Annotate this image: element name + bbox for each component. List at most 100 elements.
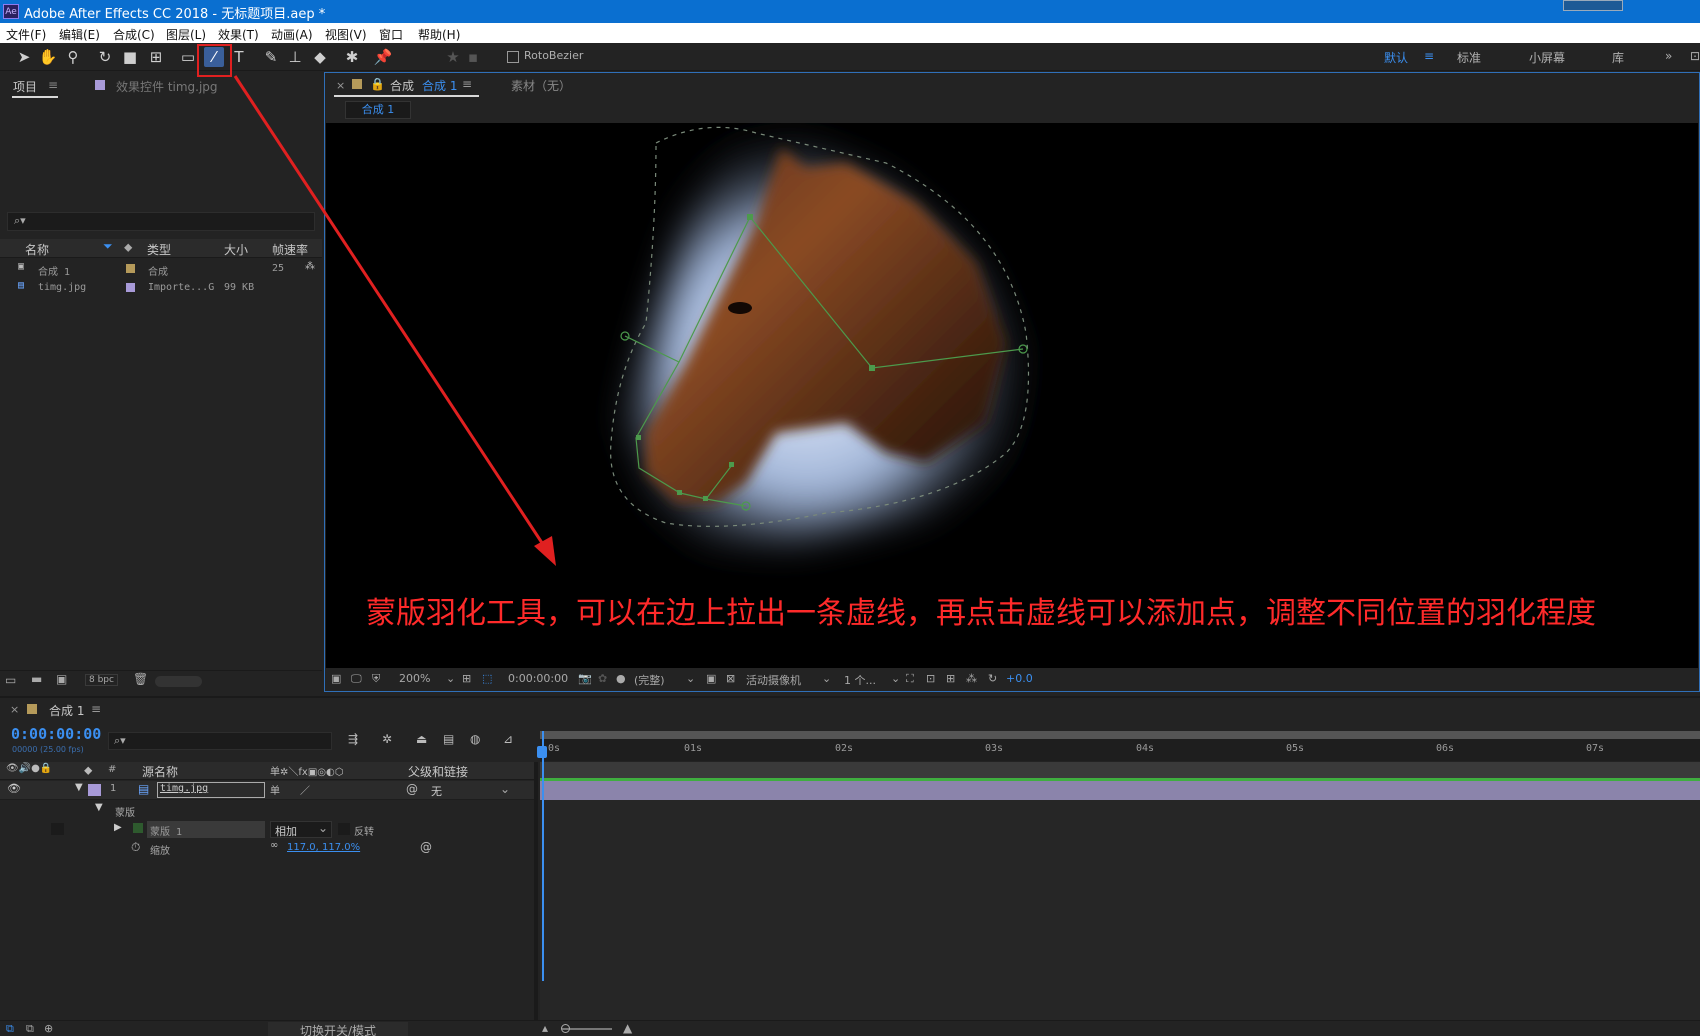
toggle-switches-modes[interactable]: 切换开关/模式 [268, 1022, 408, 1036]
type-tool-icon[interactable]: T [229, 47, 249, 67]
workspace-small-screen[interactable]: 小屏幕 [1529, 49, 1565, 66]
camera-tool-icon[interactable]: ■ [120, 47, 140, 67]
col-parent[interactable]: 父级和链接 [408, 763, 468, 780]
label-swatch[interactable] [126, 264, 135, 273]
zoom-in-icon[interactable]: ▲ [623, 1021, 632, 1035]
panel-menu-icon[interactable]: ≡ [462, 77, 472, 91]
graph-editor-icon[interactable]: ⊿ [503, 732, 513, 746]
twirl-closed-icon[interactable]: ▶ [114, 822, 122, 833]
fit-icon[interactable]: ⊞ [462, 672, 471, 685]
mask-visibility-box[interactable] [51, 823, 64, 835]
new-folder-icon[interactable]: ▬ [31, 672, 42, 686]
track-area[interactable] [540, 800, 1700, 1036]
composition-viewer[interactable] [326, 123, 1698, 668]
always-preview-icon[interactable]: ▣ [331, 672, 341, 685]
resolution-chevron-icon[interactable]: ⌄ [686, 672, 695, 685]
menu-window[interactable]: 窗口 [379, 26, 403, 43]
twirl-open-icon[interactable]: ▼ [95, 802, 103, 813]
zoom-chevron-icon[interactable]: ⌄ [446, 672, 455, 685]
project-item-comp[interactable]: ▣ 合成 1 合成 25 ⁂ [0, 260, 322, 278]
layer-duration-bar[interactable] [540, 781, 1700, 800]
search-help-icon[interactable]: ⊡ [1690, 49, 1700, 63]
toggle-pixel-aspect-icon[interactable]: ⛶ [906, 672, 914, 686]
zoom-tool-icon[interactable]: ⚲ [63, 47, 83, 67]
frame-blending-icon[interactable]: ▤ [443, 732, 454, 746]
tab-composition-label[interactable]: 合成 [390, 77, 414, 94]
constrain-link-icon[interactable]: ∞ [270, 840, 278, 851]
viewer-timecode[interactable]: 0:00:00:00 [508, 672, 568, 685]
scale-row[interactable]: ⏱ 缩放 ∞ 117.0, 117.0% @ [0, 839, 536, 858]
tab-composition-name[interactable]: 合成 1 [422, 77, 457, 94]
panel-menu-icon[interactable]: ≡ [48, 78, 58, 92]
rotate-tool-icon[interactable]: ↻ [95, 47, 115, 67]
switches-icons[interactable]: 单✲＼fx▣◎◐⬡ [270, 763, 343, 778]
pan-behind-tool-icon[interactable]: ⊞ [146, 47, 166, 67]
quality-switch-icon[interactable]: ／ [300, 782, 310, 797]
layer-label-swatch[interactable] [88, 784, 101, 796]
views-select[interactable]: 1 个... [844, 672, 876, 688]
flowchart-icon[interactable]: ⁂ [305, 261, 315, 272]
menu-edit[interactable]: 编辑(E) [59, 26, 100, 43]
mask-visibility-icon[interactable]: ⛨ [372, 672, 380, 686]
menu-effect[interactable]: 效果(T) [218, 26, 259, 43]
timeline-timecode[interactable]: 0:00:00:00 [11, 725, 101, 743]
brush-tool-icon[interactable]: ✎ [261, 47, 281, 67]
label-swatch[interactable] [126, 283, 135, 292]
pickwhip-icon[interactable]: @ [420, 840, 432, 854]
zoom-out-icon[interactable]: ▴ [542, 1021, 548, 1035]
twirl-open-icon[interactable]: ▼ [75, 782, 83, 793]
workspace-standard[interactable]: 标准 [1457, 49, 1481, 66]
transfer-controls-icon[interactable]: ⧉ [26, 1022, 34, 1036]
shy-switch-icon[interactable]: 单 [270, 782, 280, 797]
parent-chevron-icon[interactable]: ⌄ [500, 782, 510, 796]
draft-3d-icon[interactable]: ✲ [382, 732, 392, 746]
menu-view[interactable]: 视图(V) [325, 26, 367, 43]
hand-tool-icon[interactable]: ✋ [38, 47, 58, 67]
trash-icon[interactable]: 🗑 [133, 672, 148, 686]
av-features-icons[interactable]: 👁🔊●🔒 [6, 763, 52, 774]
timeline-icon[interactable]: ⊞ [946, 672, 955, 685]
interpret-footage-icon[interactable]: ▭ [5, 673, 16, 687]
thumbnail-slider[interactable] [155, 676, 202, 687]
mask-row[interactable]: ▶ 蒙版 1 相加 ⌄ 反转 [0, 820, 536, 839]
playhead-handle[interactable] [537, 746, 547, 758]
time-ruler[interactable]: 0s 01s 02s 03s 04s 05s 06s 07s [540, 731, 1700, 761]
camera-select[interactable]: 活动摄像机 [746, 672, 801, 688]
timeline-search-input[interactable]: ⌕▾ [108, 732, 332, 750]
tab-timeline-comp[interactable]: 合成 1 [49, 702, 84, 719]
show-snapshot-icon[interactable]: ✿ [598, 672, 607, 685]
layer-row[interactable]: 👁 ▼ 1 ▤ timg.jpg 单 ／ @ 无 ⌄ [0, 781, 536, 800]
workspace-default[interactable]: 默认 [1384, 49, 1408, 66]
timeline-divider[interactable] [534, 762, 538, 1036]
in-out-icon[interactable]: ⊕ [44, 1022, 53, 1035]
shy-layers-icon[interactable]: ⏏ [416, 732, 427, 746]
region-of-interest-icon[interactable]: ⬚ [482, 672, 492, 685]
label-tag-icon[interactable]: ⬥ [84, 763, 92, 778]
motion-blur-icon[interactable]: ◍ [470, 732, 480, 746]
clone-stamp-tool-icon[interactable]: ⊥ [285, 47, 305, 67]
masks-group-row[interactable]: ▼ 蒙版 [0, 801, 536, 820]
layer-switches-icon[interactable]: ⧉ [6, 1022, 14, 1036]
fast-preview-icon[interactable]: ▣ [706, 672, 716, 685]
reset-exposure-icon[interactable]: ↻ [988, 672, 997, 685]
work-area-bar[interactable] [540, 731, 1700, 739]
rotobezier-checkbox[interactable] [507, 51, 519, 63]
project-search-input[interactable]: ⌕▾ [7, 212, 315, 231]
flowchart-icon[interactable]: ⁂ [966, 672, 977, 685]
pickwhip-icon[interactable]: @ [406, 782, 418, 796]
menu-help[interactable]: 帮助(H) [418, 26, 460, 43]
new-comp-icon[interactable]: ▣ [56, 672, 67, 686]
close-icon[interactable]: × [10, 703, 19, 716]
mode-chevron-icon[interactable]: ⌄ [318, 821, 328, 835]
mask-color-swatch[interactable] [133, 823, 143, 833]
project-item-footage[interactable]: ▤ timg.jpg Importe...G 99 KB [0, 279, 322, 297]
invert-checkbox[interactable] [338, 823, 350, 835]
col-fps[interactable]: 帧速率 [272, 241, 308, 258]
bpc-button[interactable]: 8 bpc [85, 674, 118, 686]
menu-composition[interactable]: 合成(C) [113, 26, 155, 43]
stopwatch-icon[interactable]: ⏱ [131, 840, 140, 855]
rectangle-tool-icon[interactable]: ▭ [178, 47, 198, 67]
menu-layer[interactable]: 图层(L) [166, 26, 206, 43]
close-icon[interactable]: × [336, 79, 345, 92]
col-source-name[interactable]: 源名称 [142, 763, 178, 780]
